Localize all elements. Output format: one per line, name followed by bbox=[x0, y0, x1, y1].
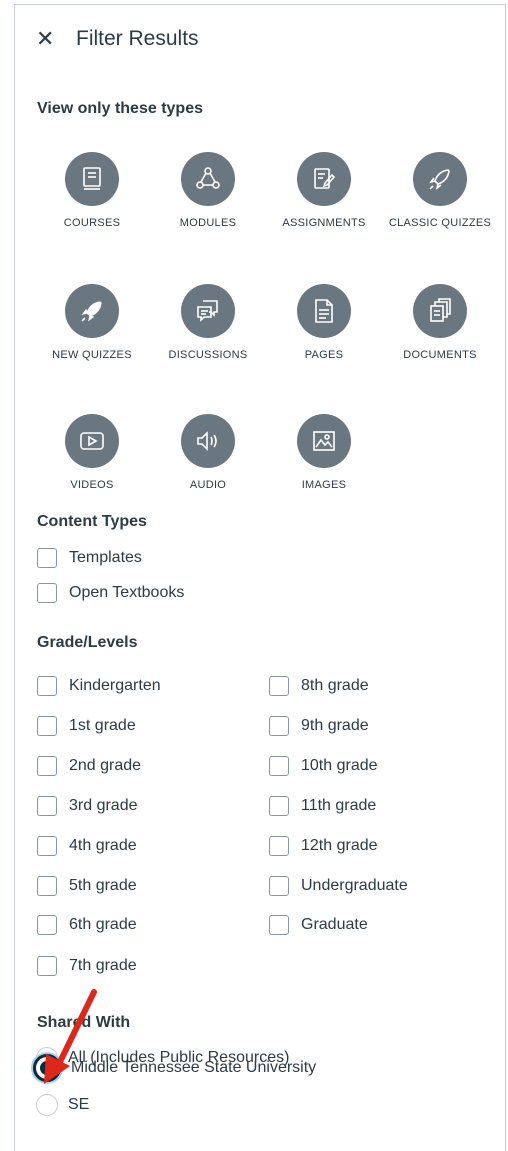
checkbox-box[interactable] bbox=[269, 676, 289, 696]
close-icon[interactable]: ✕ bbox=[36, 24, 62, 54]
documents-icon bbox=[413, 284, 467, 338]
type-tile-images[interactable]: IMAGES bbox=[268, 414, 380, 492]
page-icon bbox=[297, 284, 351, 338]
audio-icon bbox=[181, 414, 235, 468]
type-tile-videos[interactable]: VIDEOS bbox=[36, 414, 148, 492]
checkbox-box[interactable] bbox=[269, 796, 289, 816]
checkbox-box[interactable] bbox=[269, 716, 289, 736]
type-tile-documents[interactable]: DOCUMENTS bbox=[384, 284, 496, 362]
checkbox-label: 6th grade bbox=[69, 916, 137, 933]
type-tile-assignments[interactable]: ASSIGNMENTS bbox=[268, 152, 380, 230]
checkbox-8th-grade[interactable]: 8th grade bbox=[269, 676, 369, 696]
new-quiz-rocket-icon bbox=[65, 284, 119, 338]
course-icon bbox=[65, 152, 119, 206]
radio-label: Middle Tennessee State University bbox=[71, 1059, 317, 1076]
checkbox-1st-grade[interactable]: 1st grade bbox=[37, 716, 136, 736]
type-label: PAGES bbox=[304, 349, 344, 361]
checkbox-label: 2nd grade bbox=[69, 757, 142, 774]
radio-se[interactable]: SE bbox=[36, 1094, 89, 1116]
checkbox-box[interactable] bbox=[37, 956, 57, 976]
radio-button-selected[interactable] bbox=[33, 1054, 61, 1082]
checkbox-kindergarten[interactable]: Kindergarten bbox=[37, 676, 161, 696]
type-tile-classic-quizzes[interactable]: CLASSIC QUIZZES bbox=[384, 152, 496, 230]
checkbox-5th-grade[interactable]: 5th grade bbox=[37, 876, 137, 896]
type-label: DISCUSSIONS bbox=[168, 349, 248, 361]
assignment-icon bbox=[297, 152, 351, 206]
checkbox-label: 9th grade bbox=[301, 717, 369, 734]
checkbox-box[interactable] bbox=[37, 548, 57, 568]
radio-label: SE bbox=[68, 1096, 90, 1113]
checkbox-label: 11th grade bbox=[301, 797, 377, 814]
type-tile-discussions[interactable]: DISCUSSIONS bbox=[152, 284, 264, 362]
type-label: VIDEOS bbox=[70, 479, 114, 491]
radio-button[interactable] bbox=[36, 1094, 58, 1116]
checkbox-7th-grade[interactable]: 7th grade bbox=[37, 956, 137, 976]
checkbox-label: 1st grade bbox=[69, 717, 136, 734]
checkbox-4th-grade[interactable]: 4th grade bbox=[37, 836, 137, 856]
type-tile-pages[interactable]: PAGES bbox=[268, 284, 380, 362]
checkbox-box[interactable] bbox=[37, 915, 57, 935]
type-label: IMAGES bbox=[301, 479, 347, 491]
type-label: CLASSIC QUIZZES bbox=[388, 217, 492, 229]
checkbox-label: Undergraduate bbox=[301, 877, 408, 894]
grade-levels-heading: Grade/Levels bbox=[37, 634, 138, 651]
types-heading: View only these types bbox=[37, 100, 203, 117]
checkbox-9th-grade[interactable]: 9th grade bbox=[269, 716, 369, 736]
type-tile-audio[interactable]: AUDIO bbox=[152, 414, 264, 492]
quiz-rocket-icon bbox=[413, 152, 467, 206]
checkbox-box[interactable] bbox=[37, 756, 57, 776]
content-types-heading: Content Types bbox=[37, 513, 147, 530]
checkbox-box[interactable] bbox=[37, 676, 57, 696]
checkbox-2nd-grade[interactable]: 2nd grade bbox=[37, 756, 141, 776]
checkbox-box[interactable] bbox=[269, 756, 289, 776]
checkbox-label: 12th grade bbox=[301, 837, 378, 854]
type-label: MODULES bbox=[179, 217, 237, 229]
checkbox-templates[interactable]: Templates bbox=[37, 548, 142, 568]
checkbox-box[interactable] bbox=[37, 583, 57, 603]
type-tile-new-quizzes[interactable]: NEW QUIZZES bbox=[36, 284, 148, 362]
checkbox-label: Templates bbox=[69, 549, 142, 566]
checkbox-label: 7th grade bbox=[69, 957, 137, 974]
type-label: ASSIGNMENTS bbox=[282, 217, 366, 229]
checkbox-label: 3rd grade bbox=[69, 797, 138, 814]
shared-with-heading: Shared With bbox=[37, 1014, 131, 1031]
type-tile-courses[interactable]: COURSES bbox=[36, 152, 148, 230]
checkbox-box[interactable] bbox=[269, 915, 289, 935]
checkbox-box[interactable] bbox=[37, 796, 57, 816]
checkbox-label: 10th grade bbox=[301, 757, 378, 774]
type-label: AUDIO bbox=[189, 479, 227, 491]
checkbox-label: 8th grade bbox=[301, 677, 369, 694]
checkbox-box[interactable] bbox=[269, 876, 289, 896]
checkbox-open-textbooks[interactable]: Open Textbooks bbox=[37, 583, 184, 603]
checkbox-12th-grade[interactable]: 12th grade bbox=[269, 836, 378, 856]
panel-title: Filter Results bbox=[76, 27, 199, 50]
video-icon bbox=[65, 414, 119, 468]
checkbox-box[interactable] bbox=[37, 716, 57, 736]
type-tile-modules[interactable]: MODULES bbox=[152, 152, 264, 230]
type-label: NEW QUIZZES bbox=[52, 349, 132, 361]
discussion-icon bbox=[181, 284, 235, 338]
type-label: DOCUMENTS bbox=[403, 349, 477, 361]
image-icon bbox=[297, 414, 351, 468]
checkbox-graduate[interactable]: Graduate bbox=[269, 915, 368, 935]
radio-mtsu[interactable]: Middle Tennessee State University bbox=[33, 1054, 317, 1082]
checkbox-undergraduate[interactable]: Undergraduate bbox=[269, 876, 408, 896]
checkbox-6th-grade[interactable]: 6th grade bbox=[37, 915, 137, 935]
checkbox-box[interactable] bbox=[37, 876, 57, 896]
type-label: COURSES bbox=[63, 217, 121, 229]
checkbox-label: 5th grade bbox=[69, 877, 137, 894]
checkbox-label: Kindergarten bbox=[69, 677, 161, 694]
checkbox-label: 4th grade bbox=[69, 837, 137, 854]
checkbox-box[interactable] bbox=[269, 836, 289, 856]
filter-header: ✕ Filter Results bbox=[36, 24, 199, 54]
checkbox-label: Graduate bbox=[301, 916, 368, 933]
checkbox-label: Open Textbooks bbox=[69, 584, 185, 601]
checkbox-11th-grade[interactable]: 11th grade bbox=[269, 796, 376, 816]
checkbox-10th-grade[interactable]: 10th grade bbox=[269, 756, 378, 776]
checkbox-3rd-grade[interactable]: 3rd grade bbox=[37, 796, 138, 816]
checkbox-box[interactable] bbox=[37, 836, 57, 856]
modules-icon bbox=[181, 152, 235, 206]
